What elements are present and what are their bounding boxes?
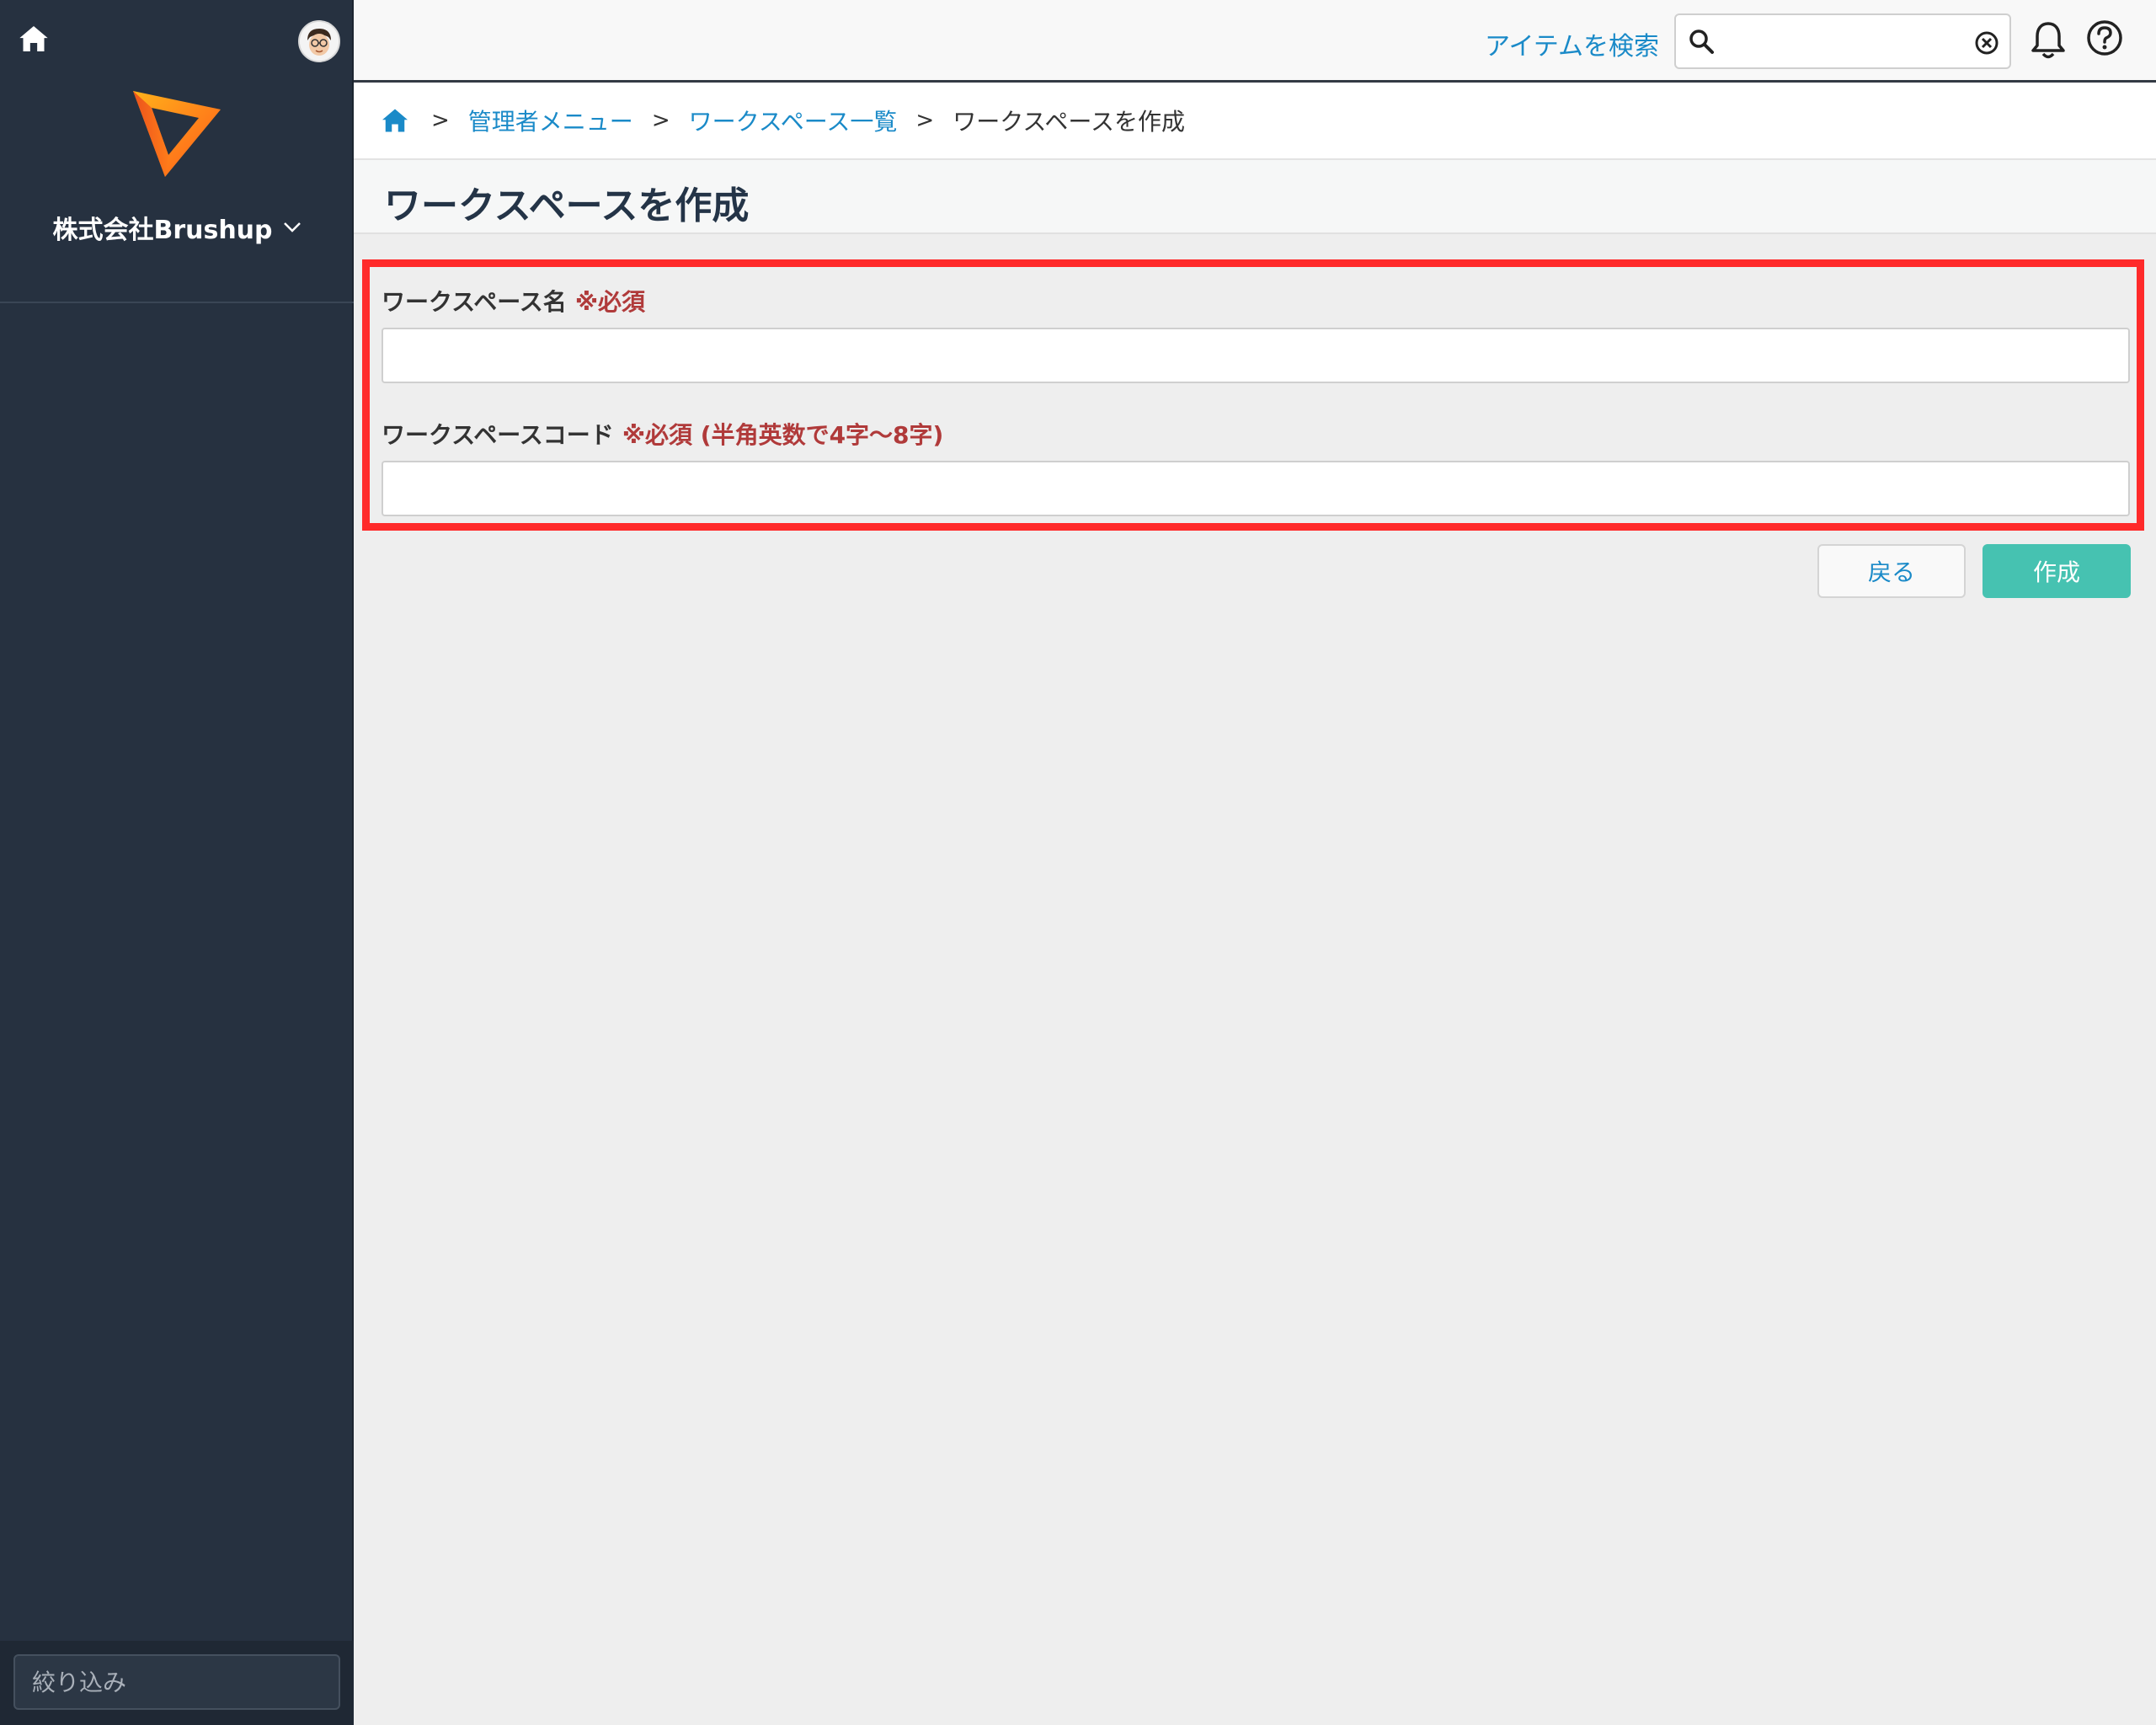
breadcrumb-home-icon[interactable]	[379, 104, 413, 137]
chevron-down-icon	[283, 222, 301, 232]
search-icon	[1689, 29, 1714, 54]
company-switcher[interactable]: 株式会社Brushup	[0, 209, 354, 246]
required-marker: ※必須 (半角英数で4字〜8字)	[622, 421, 944, 449]
workspace-code-label-text: ワークスペースコード	[382, 421, 614, 449]
breadcrumb-current: ワークスペースを作成	[953, 108, 1186, 136]
breadcrumb: > 管理者メニュー > ワークスペース一覧 > ワークスペースを作成	[354, 83, 2156, 160]
page-title: ワークスペースを作成	[384, 184, 750, 227]
search-label[interactable]: アイテムを検索	[1485, 25, 1659, 62]
sidebar: 株式会社Brushup	[0, 0, 354, 1725]
workspace-name-input[interactable]	[382, 328, 2130, 383]
breadcrumb-separator: >	[651, 108, 670, 133]
search-input[interactable]	[1723, 22, 1967, 61]
page-header: ワークスペースを作成	[354, 160, 2156, 234]
required-marker: ※必須	[574, 288, 646, 316]
bell-icon[interactable]	[2030, 20, 2067, 61]
sidebar-filter-area	[0, 1641, 354, 1725]
breadcrumb-workspace-list[interactable]: ワークスペース一覧	[689, 104, 898, 137]
top-bar: アイテムを検索	[354, 0, 2156, 83]
brushup-logo	[126, 84, 227, 185]
create-button[interactable]: 作成	[1983, 544, 2131, 598]
company-name: 株式会社Brushup	[52, 216, 273, 245]
clear-search-icon[interactable]	[1974, 30, 1999, 56]
search-box[interactable]	[1674, 13, 2011, 69]
workspace-name-label: ワークスペース名 ※必須	[382, 284, 645, 318]
sidebar-filter-input[interactable]	[13, 1654, 340, 1710]
workspace-code-label: ワークスペースコード ※必須 (半角英数で4字〜8字)	[382, 417, 943, 451]
app-root: 株式会社Brushup アイテムを検索	[0, 0, 2156, 1725]
help-icon[interactable]	[2085, 19, 2124, 57]
sidebar-header: 株式会社Brushup	[0, 0, 354, 303]
home-icon[interactable]	[13, 19, 54, 59]
workspace-form: ワークスペース名 ※必須 ワークスペースコード ※必須 (半角英数で4字〜8字)	[362, 259, 2144, 531]
workspace-code-input[interactable]	[382, 461, 2130, 516]
back-button[interactable]: 戻る	[1817, 544, 1966, 598]
user-avatar[interactable]	[298, 20, 340, 62]
breadcrumb-admin-menu[interactable]: 管理者メニュー	[468, 104, 633, 137]
breadcrumb-separator: >	[915, 108, 935, 133]
breadcrumb-separator: >	[431, 108, 450, 133]
workspace-name-label-text: ワークスペース名	[382, 288, 567, 316]
